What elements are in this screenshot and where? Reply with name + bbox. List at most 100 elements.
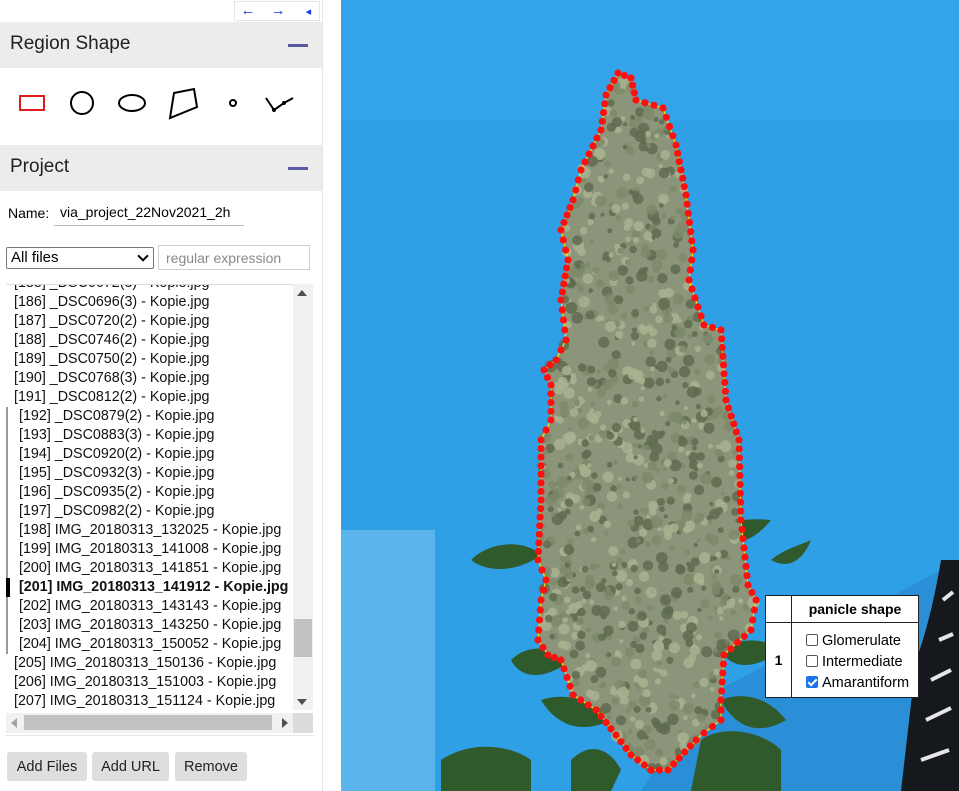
polyline-icon[interactable]	[262, 80, 298, 126]
file-list-item[interactable]: [192] _DSC0879(2) - Kopie.jpg	[6, 407, 296, 426]
polygon-vertex[interactable]	[543, 373, 552, 382]
polygon-vertex[interactable]	[559, 236, 567, 244]
polygon-vertex[interactable]	[718, 678, 726, 686]
polygon-vertex[interactable]	[692, 736, 700, 744]
file-list-item[interactable]: [185] _DSC0672(3) - Kopie.jpg	[6, 285, 296, 293]
polygon-vertex[interactable]	[744, 581, 752, 589]
remove-button[interactable]: Remove	[175, 752, 247, 781]
polygon-vertex[interactable]	[719, 352, 727, 360]
prev-image-arrow-icon[interactable]: ←	[235, 2, 261, 20]
file-list-item[interactable]: [196] _DSC0935(2) - Kopie.jpg	[6, 483, 296, 502]
polygon-vertex[interactable]	[584, 701, 592, 709]
polygon-vertex[interactable]	[685, 218, 694, 227]
polygon-vertex[interactable]	[557, 226, 565, 234]
polygon-vertex[interactable]	[589, 142, 597, 150]
file-list-item[interactable]: [203] IMG_20180313_143250 - Kopie.jpg	[6, 616, 296, 635]
polygon-vertex[interactable]	[566, 682, 574, 690]
polygon-vertex[interactable]	[733, 638, 742, 647]
attribute-option[interactable]: Glomerulate	[806, 631, 909, 652]
polygon-vertex[interactable]	[632, 96, 640, 104]
polygon-vertex[interactable]	[606, 84, 614, 92]
file-list-horizontal-scrollbar[interactable]	[6, 713, 293, 733]
polygon-vertex[interactable]	[717, 706, 725, 714]
polygon-vertex[interactable]	[627, 751, 635, 759]
file-list-item[interactable]: [199] IMG_20180313_141008 - Kopie.jpg	[6, 540, 296, 559]
polygon-vertex[interactable]	[557, 656, 565, 664]
polygon-vertex[interactable]	[597, 126, 605, 134]
polygon-vertex[interactable]	[722, 396, 730, 404]
scroll-left-icon[interactable]	[11, 718, 17, 728]
file-list-item[interactable]: [190] _DSC0768(3) - Kopie.jpg	[6, 369, 296, 388]
polygon-vertex[interactable]	[735, 454, 743, 462]
polygon-vertex[interactable]	[679, 174, 687, 182]
polygon-vertex[interactable]	[537, 596, 545, 604]
polygon-vertex[interactable]	[620, 71, 629, 80]
polygon-vertex[interactable]	[675, 158, 683, 166]
polygon-vertex[interactable]	[739, 535, 747, 543]
file-list-item[interactable]: [191] _DSC0812(2) - Kopie.jpg	[6, 388, 296, 407]
polygon-vertex[interactable]	[607, 725, 615, 733]
polygon-vertex[interactable]	[727, 412, 735, 420]
polygon-vertex[interactable]	[534, 556, 542, 564]
polygon-vertex[interactable]	[547, 407, 555, 415]
project-header[interactable]: Project	[0, 145, 322, 191]
polygon-vertex[interactable]	[741, 553, 749, 561]
polygon-vertex[interactable]	[749, 616, 757, 624]
polygon-vertex[interactable]	[735, 436, 743, 444]
polygon-vertex[interactable]	[560, 280, 568, 288]
polygon-vertex[interactable]	[684, 209, 692, 217]
polygon-vertex[interactable]	[688, 285, 696, 293]
polygon-vertex[interactable]	[614, 69, 622, 77]
polygon-vertex[interactable]	[721, 387, 729, 395]
polygon-vertex[interactable]	[562, 336, 570, 344]
checkbox-checked-icon[interactable]	[806, 676, 818, 688]
horizontal-scroll-thumb[interactable]	[24, 715, 272, 730]
polygon-vertex[interactable]	[700, 321, 708, 329]
polygon-vertex[interactable]	[598, 117, 606, 125]
polygon-vertex[interactable]	[537, 436, 545, 444]
polygon-vertex[interactable]	[736, 463, 744, 471]
file-list-item[interactable]: [200] IMG_20180313_141851 - Kopie.jpg	[6, 559, 296, 578]
polygon-vertex[interactable]	[563, 211, 571, 219]
file-list-item[interactable]: [205] IMG_20180313_150136 - Kopie.jpg	[6, 654, 296, 673]
polygon-vertex[interactable]	[721, 378, 729, 387]
polygon-vertex[interactable]	[647, 766, 655, 774]
polygon-vertex[interactable]	[650, 101, 658, 109]
polygon-vertex[interactable]	[560, 218, 568, 227]
polygon-vertex[interactable]	[610, 76, 618, 84]
checkbox-icon[interactable]	[806, 634, 818, 646]
polygon-vertex[interactable]	[738, 525, 746, 533]
polygon-vertex[interactable]	[558, 306, 566, 314]
polygon-icon[interactable]	[164, 80, 200, 126]
polygon-vertex[interactable]	[602, 91, 610, 99]
polygon-vertex[interactable]	[747, 626, 755, 634]
polygon-vertex[interactable]	[547, 416, 555, 424]
polygon-vertex[interactable]	[563, 264, 571, 272]
polygon-vertex[interactable]	[740, 544, 748, 552]
polygon-vertex[interactable]	[535, 626, 543, 634]
polygon-vertex[interactable]	[697, 312, 705, 320]
polygon-vertex[interactable]	[717, 696, 725, 704]
polygon-vertex[interactable]	[537, 470, 545, 478]
polygon-vertex[interactable]	[539, 643, 547, 652]
polygon-vertex[interactable]	[742, 562, 750, 571]
file-list-item[interactable]: [194] _DSC0920(2) - Kopie.jpg	[6, 445, 296, 464]
polygon-vertex[interactable]	[675, 754, 683, 762]
polygon-vertex[interactable]	[601, 100, 609, 108]
polygon-vertex[interactable]	[737, 516, 745, 524]
polygon-vertex[interactable]	[737, 498, 745, 506]
polygon-vertex[interactable]	[546, 361, 554, 369]
regex-filter-input[interactable]	[158, 245, 310, 270]
polygon-vertex[interactable]	[682, 191, 690, 199]
file-list-item[interactable]: [204] IMG_20180313_150052 - Kopie.jpg	[6, 635, 296, 654]
file-list[interactable]: [185] _DSC0672(3) - Kopie.jpg[186] _DSC0…	[6, 284, 314, 736]
polygon-vertex[interactable]	[577, 696, 585, 704]
polygon-vertex[interactable]	[630, 89, 638, 97]
polygon-vertex[interactable]	[612, 731, 620, 739]
polygon-vertex[interactable]	[708, 323, 717, 332]
polygon-vertex[interactable]	[717, 326, 725, 334]
polygon-vertex[interactable]	[537, 505, 545, 513]
polygon-vertex[interactable]	[689, 246, 697, 254]
next-image-arrow-icon[interactable]: →	[265, 2, 291, 20]
polygon-vertex[interactable]	[681, 748, 689, 756]
